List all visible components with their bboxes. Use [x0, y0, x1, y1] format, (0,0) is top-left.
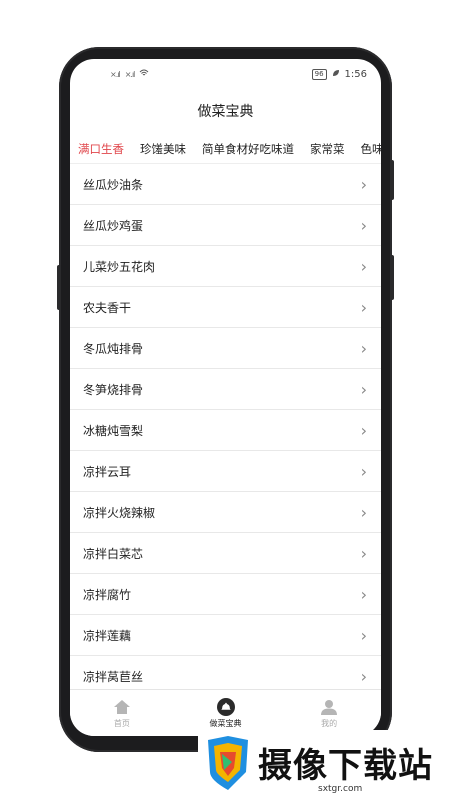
list-item[interactable]: 凉拌白菜芯 › [70, 533, 381, 574]
tab-sewei[interactable]: 色味 [361, 133, 382, 157]
battery-icon: 96 [311, 68, 327, 80]
chevron-right-icon: › [360, 174, 367, 194]
list-item[interactable]: 丝瓜炒油条 › [70, 164, 381, 205]
list-item[interactable]: 丝瓜炒鸡蛋 › [70, 205, 381, 246]
list-item[interactable]: 农夫香干 › [70, 287, 381, 328]
watermark: 摄像下载站 sxtgr.com [198, 730, 448, 800]
chevron-right-icon: › [360, 297, 367, 317]
chevron-right-icon: › [360, 379, 367, 399]
clock-time: 1:56 [344, 68, 367, 80]
category-tabs: 满口生香 珍馐美味 简单食材好吃味道 家常菜 色味 [70, 133, 381, 164]
tab-zhenxiu-meiwei[interactable]: 珍馐美味 [140, 133, 186, 157]
watermark-url: sxtgr.com [318, 784, 363, 794]
chevron-right-icon: › [360, 461, 367, 481]
list-item-label: 凉拌火烧辣椒 [83, 505, 156, 520]
list-item-label: 凉拌腐竹 [83, 587, 132, 602]
list-item-label: 冬笋烧排骨 [83, 382, 144, 397]
watermark-logo-icon [204, 734, 252, 796]
chevron-right-icon: › [360, 584, 367, 604]
chevron-right-icon: › [360, 543, 367, 563]
list-item-label: 冬瓜炖排骨 [83, 341, 144, 356]
chevron-right-icon: › [360, 338, 367, 358]
side-button [390, 255, 394, 300]
chevron-right-icon: › [360, 215, 367, 235]
list-item[interactable]: 冬瓜炖排骨 › [70, 328, 381, 369]
chevron-right-icon: › [360, 625, 367, 645]
list-item-label: 农夫香干 [83, 300, 132, 315]
nav-home-label: 首页 [113, 718, 130, 728]
chevron-right-icon: › [360, 256, 367, 276]
tab-jiachangcai[interactable]: 家常菜 [310, 133, 345, 157]
nav-home[interactable]: 首页 [70, 690, 174, 736]
status-bar: ×.ıl ×.ıl 96 1:56 [70, 59, 381, 89]
list-item[interactable]: 凉拌云耳 › [70, 451, 381, 492]
list-item[interactable]: 儿菜炒五花肉 › [70, 246, 381, 287]
list-item-label: 凉拌莴苣丝 [83, 669, 144, 684]
list-item[interactable]: 冰糖炖雪梨 › [70, 410, 381, 451]
list-item[interactable]: 凉拌莲藕 › [70, 615, 381, 656]
list-item-label: 凉拌莲藕 [83, 628, 132, 643]
user-icon [320, 698, 338, 716]
list-item[interactable]: 凉拌火烧辣椒 › [70, 492, 381, 533]
list-item-label: 儿菜炒五花肉 [83, 259, 156, 274]
signal-icon: ×.ıl [124, 69, 136, 79]
home-icon [113, 698, 131, 716]
tab-jiandan-shicai[interactable]: 简单食材好吃味道 [202, 133, 294, 157]
list-item[interactable]: 凉拌腐竹 › [70, 574, 381, 615]
list-item-label: 丝瓜炒鸡蛋 [83, 218, 144, 233]
chevron-right-icon: › [360, 502, 367, 522]
nav-profile-label: 我的 [321, 718, 338, 728]
signal-icon: ×.ıl [110, 69, 121, 79]
bottom-navigation: 首页 做菜宝典 我的 [70, 689, 381, 736]
chevron-right-icon: › [360, 420, 367, 440]
watermark-text: 摄像下载站 [258, 746, 433, 786]
leaf-icon [332, 69, 340, 80]
list-item[interactable]: 凉拌莴苣丝 › [70, 656, 381, 690]
list-item-label: 凉拌白菜芯 [83, 546, 144, 561]
chevron-right-icon: › [360, 666, 367, 686]
list-item-label: 凉拌云耳 [83, 464, 132, 479]
tab-manko-shengxiang[interactable]: 满口生香 [78, 133, 124, 157]
recipe-list: 丝瓜炒油条 › 丝瓜炒鸡蛋 › 儿菜炒五花肉 › 农夫香干 › 冬瓜炖排骨 › 冬笋烧排骨… [70, 164, 381, 690]
nav-recipes-label: 做菜宝典 [209, 718, 242, 728]
wifi-icon [139, 69, 149, 80]
side-button [390, 160, 394, 200]
cloche-icon [216, 697, 235, 716]
app-screen: ×.ıl ×.ıl 96 1:56 做菜宝典 满口生香 珍馐美味 简单食材好吃味… [70, 59, 381, 736]
list-item-label: 丝瓜炒油条 [83, 177, 144, 192]
side-button [57, 265, 61, 310]
page-title: 做菜宝典 [197, 104, 254, 120]
list-item-label: 冰糖炖雪梨 [83, 423, 144, 438]
list-item[interactable]: 冬笋烧排骨 › [70, 369, 381, 410]
